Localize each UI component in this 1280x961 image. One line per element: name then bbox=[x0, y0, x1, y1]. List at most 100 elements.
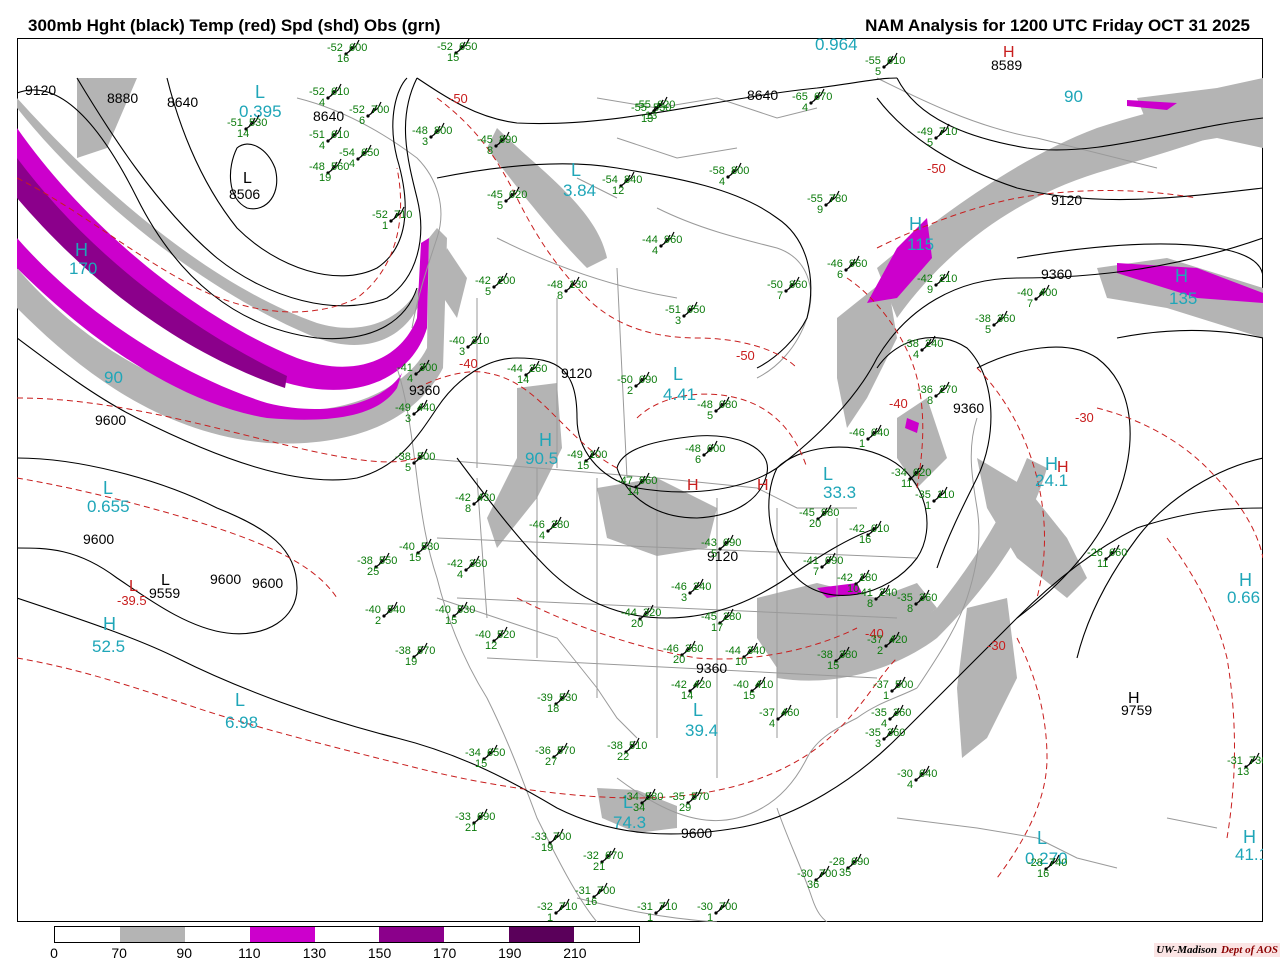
obs-dewpoint-depression: 3 bbox=[422, 136, 428, 148]
obs-dewpoint-depression: 6 bbox=[359, 115, 365, 127]
temp-label: -30 bbox=[987, 638, 1006, 653]
obs-dewpoint-depression: 14 bbox=[681, 690, 693, 702]
station-dot bbox=[844, 268, 848, 272]
obs-height: 530 bbox=[559, 692, 577, 704]
black-l: L bbox=[243, 170, 252, 187]
obs-dewpoint-depression: 15 bbox=[447, 52, 459, 64]
obs-height: 000 bbox=[707, 443, 725, 455]
station-dot bbox=[934, 394, 938, 398]
obs-dewpoint-depression: 1 bbox=[647, 912, 653, 922]
obs-height: 240 bbox=[693, 581, 711, 593]
obs-dewpoint-depression: 22 bbox=[617, 751, 629, 763]
obs-height: 260 bbox=[529, 363, 547, 375]
obs-height: 860 bbox=[789, 279, 807, 291]
obs-height: 800 bbox=[434, 125, 452, 137]
obs-height: 580 bbox=[645, 791, 663, 803]
obs-dewpoint-depression: 16 bbox=[1037, 868, 1049, 880]
obs-dewpoint-depression: 3 bbox=[405, 413, 411, 425]
obs-dewpoint-depression: 1 bbox=[547, 912, 553, 922]
obs-height: 100 bbox=[589, 449, 607, 461]
obs-height: 380 bbox=[839, 649, 857, 661]
obs-dewpoint-depression: 34 bbox=[633, 802, 645, 814]
credit-dept: Dept of AOS bbox=[1220, 944, 1278, 956]
speed-label: 90 bbox=[1064, 87, 1083, 106]
height-label: 9600 bbox=[83, 531, 114, 547]
obs-dewpoint-depression: 16 bbox=[585, 896, 597, 908]
svg-text:L: L bbox=[103, 478, 113, 498]
station-dot bbox=[389, 219, 393, 223]
svg-text:0.66: 0.66 bbox=[1227, 588, 1260, 607]
obs-height: 420 bbox=[693, 679, 711, 691]
height-label: 9360 bbox=[1041, 266, 1072, 282]
temp-label: -50 bbox=[736, 348, 755, 363]
svg-text:H: H bbox=[103, 614, 116, 634]
obs-dewpoint-depression: 5 bbox=[711, 548, 717, 560]
obs-height: 500 bbox=[417, 451, 435, 463]
obs-height: 740 bbox=[1049, 857, 1067, 869]
svg-text:135: 135 bbox=[1169, 289, 1197, 308]
obs-dewpoint-depression: 8 bbox=[557, 290, 563, 302]
svg-text:H: H bbox=[1239, 570, 1252, 590]
obs-height: 570 bbox=[557, 745, 575, 757]
obs-dewpoint-depression: 2 bbox=[627, 385, 633, 397]
station-dot bbox=[472, 502, 476, 506]
colorbar-segment bbox=[184, 927, 250, 942]
obs-height: 730 bbox=[1249, 755, 1263, 767]
obs-height: 650 bbox=[487, 747, 505, 759]
obs-height: 670 bbox=[605, 850, 623, 862]
obs-height: 090 bbox=[639, 374, 657, 386]
obs-dewpoint-depression: 8 bbox=[487, 145, 493, 157]
station-dot bbox=[659, 244, 663, 248]
obs-dewpoint-depression: 18 bbox=[547, 703, 559, 715]
height-label: 8640 bbox=[747, 87, 778, 103]
station-dot bbox=[654, 911, 658, 915]
svg-text:52.5: 52.5 bbox=[92, 637, 125, 656]
obs-height: 090 bbox=[825, 555, 843, 567]
height-label: 8640 bbox=[167, 94, 198, 110]
obs-height: 360 bbox=[685, 643, 703, 655]
colorbar-segment bbox=[574, 927, 640, 942]
obs-dewpoint-depression: 5 bbox=[485, 286, 491, 298]
obs-dewpoint-depression: 11 bbox=[1097, 558, 1108, 570]
credit-org: UW-Madison bbox=[1156, 944, 1217, 956]
obs-dewpoint-depression: 1 bbox=[382, 220, 388, 232]
svg-text:H: H bbox=[1243, 827, 1256, 847]
obs-height: 130 bbox=[569, 279, 587, 291]
obs-dewpoint-depression: 1 bbox=[707, 912, 713, 922]
obs-height: 270 bbox=[939, 384, 957, 396]
obs-dewpoint-depression: 36 bbox=[807, 879, 819, 891]
obs-height: 440 bbox=[417, 402, 435, 414]
obs-height: 640 bbox=[919, 768, 937, 780]
obs-dewpoint-depression: 19 bbox=[319, 172, 331, 184]
svg-text:H: H bbox=[539, 430, 552, 450]
obs-height: 700 bbox=[719, 901, 737, 913]
temp-label: -50 bbox=[449, 91, 468, 106]
station-dot bbox=[414, 372, 418, 376]
svg-text:H: H bbox=[909, 214, 922, 234]
station-dot bbox=[356, 157, 360, 161]
obs-dewpoint-depression: 4 bbox=[457, 569, 463, 581]
obs-dewpoint-depression: 1 bbox=[925, 500, 931, 512]
temp-label: -40 bbox=[889, 396, 908, 411]
colorbar-segment bbox=[55, 927, 120, 942]
station-dot bbox=[882, 65, 886, 69]
obs-dewpoint-depression: 3 bbox=[875, 738, 881, 750]
colorbar-tick-label: 110 bbox=[238, 945, 261, 961]
obs-height: 550 bbox=[379, 555, 397, 567]
station-dot bbox=[776, 717, 780, 721]
station-dot bbox=[634, 384, 638, 388]
height-label: 9360 bbox=[409, 382, 440, 398]
obs-dewpoint-depression: 1 bbox=[883, 690, 889, 702]
svg-text:90: 90 bbox=[1064, 87, 1083, 106]
svg-text:39.4: 39.4 bbox=[685, 721, 718, 740]
obs-dewpoint-depression: 5 bbox=[927, 137, 933, 149]
obs-height: 610 bbox=[887, 55, 905, 67]
svg-text:L: L bbox=[235, 690, 245, 710]
station-dot bbox=[326, 96, 330, 100]
height-label: 9600 bbox=[95, 412, 126, 428]
obs-dewpoint-depression: 4 bbox=[802, 102, 808, 114]
obs-dewpoint-depression: 4 bbox=[907, 779, 913, 791]
obs-dewpoint-depression: 35 bbox=[839, 867, 851, 879]
colorbar-tick-label: 70 bbox=[111, 945, 127, 961]
obs-dewpoint-depression: 4 bbox=[349, 158, 355, 170]
